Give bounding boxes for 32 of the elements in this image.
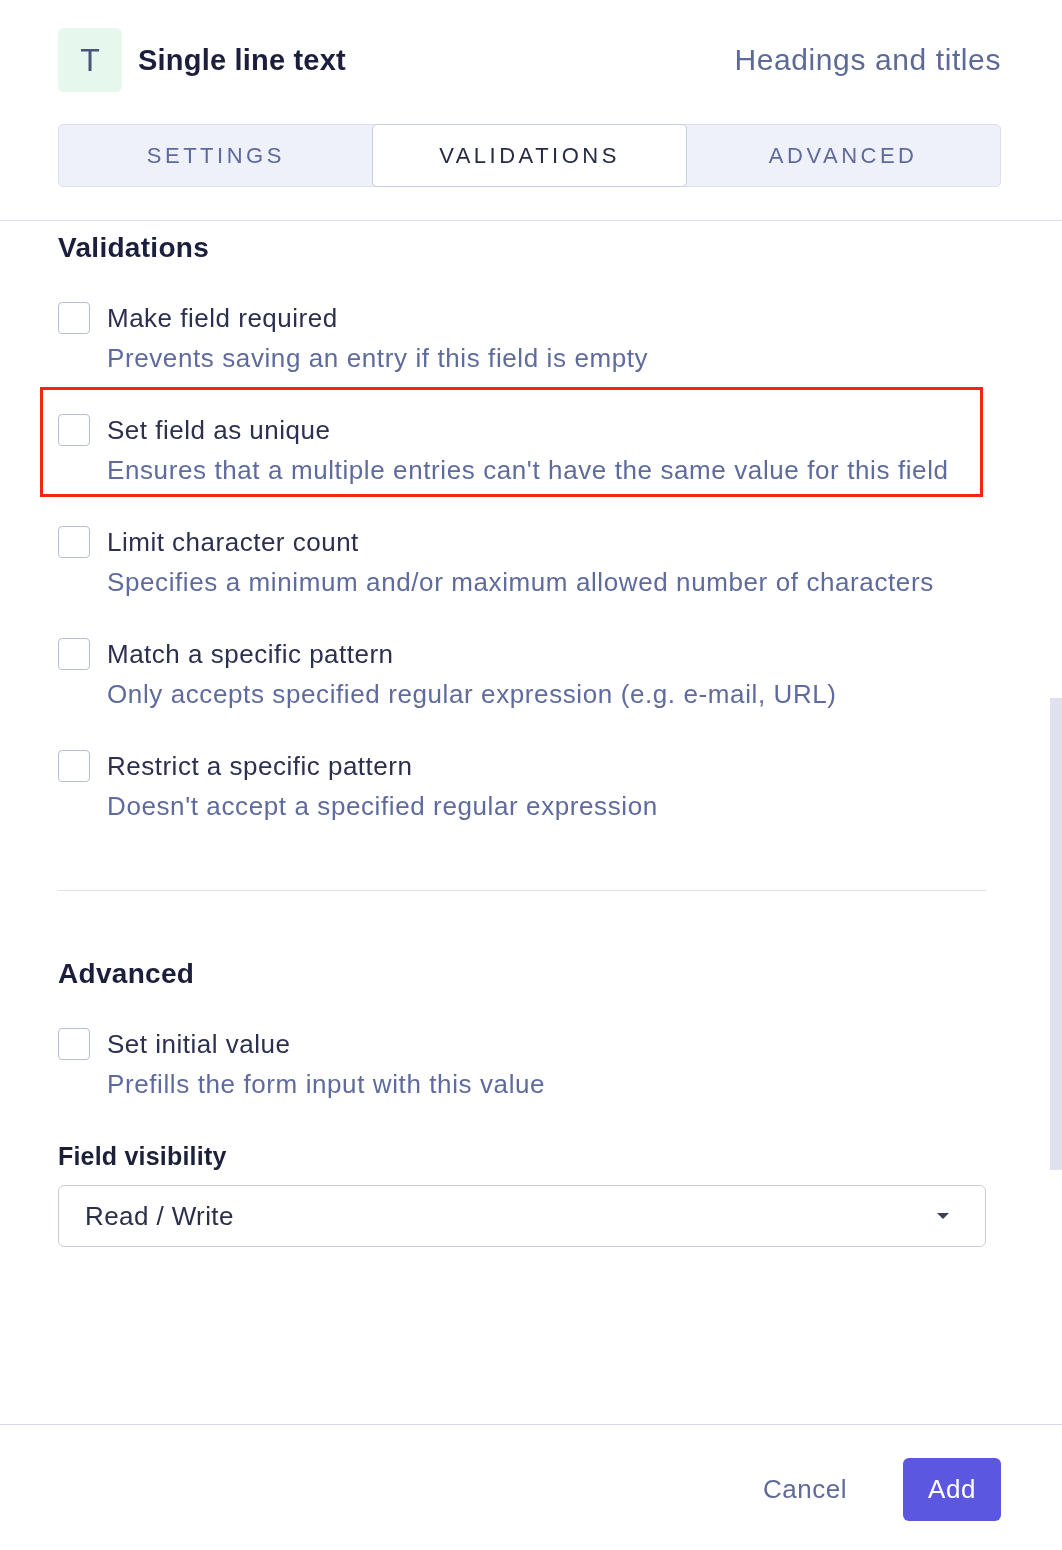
section-heading: Validations [58,231,210,265]
cancel-button[interactable]: Cancel [747,1458,863,1521]
checkbox[interactable] [58,302,90,334]
field-label: Field visibility [58,1141,227,1172]
tab[interactable]: SETTINGS [58,124,374,187]
option-description: Prevents saving an entry if this field is empty [107,342,649,374]
option-description: Doesn't accept a specified regular expression [107,790,658,822]
option-description: Only accepts specified regular expression (e.g. e-mail, URL) [107,678,837,710]
checkbox[interactable] [58,1028,90,1060]
option-label: Make field required [107,302,338,334]
tab[interactable]: VALIDATIONS [371,124,688,187]
option-label: Set initial value [107,1028,291,1060]
tab[interactable]: ADVANCED [685,124,1001,187]
option-description: Prefills the form input with this value [107,1068,546,1100]
category-label: Headings and titles [734,43,1001,77]
field-type-tile: T [58,28,122,92]
checkbox[interactable] [58,414,90,446]
option-description: Ensures that a multiple entries can't have the same value for this field [107,454,949,486]
option-label: Match a specific pattern [107,638,394,670]
section-heading: Advanced [58,957,195,991]
scrollbar-thumb[interactable] [1050,698,1062,1170]
visibility-select[interactable]: Read / Write [58,1185,986,1247]
field-title: Single line text [138,43,346,77]
option-label: Limit character count [107,526,359,558]
option-description: Specifies a minimum and/or maximum allowed number of characters [107,566,934,598]
option-label: Restrict a specific pattern [107,750,413,782]
checkbox[interactable] [58,526,90,558]
checkbox[interactable] [58,638,90,670]
checkbox[interactable] [58,750,90,782]
add-button[interactable]: Add [903,1458,1001,1521]
option-label: Set field as unique [107,414,331,446]
caret-icon [937,1213,949,1219]
